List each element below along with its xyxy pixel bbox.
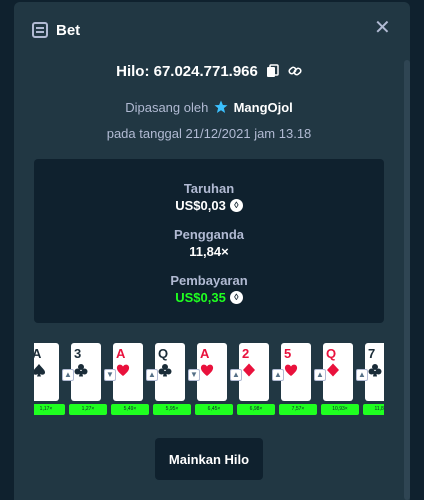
card-multiplier: 11,84×: [363, 404, 384, 415]
copy-icon[interactable]: [266, 64, 280, 78]
playing-card: A: [113, 343, 143, 401]
multiplier-stat: Pengganda 11,84×: [34, 227, 384, 259]
payout-value-row: US$0,35 ◊: [34, 290, 384, 305]
guess-higher-icon: ▲: [230, 369, 242, 381]
bet-stats-panel: Taruhan US$0,03 ◊ Pengganda 11,84× Pemba…: [34, 159, 384, 323]
playing-card: 2: [239, 343, 269, 401]
playing-card: Q: [155, 343, 185, 401]
playing-card: A: [197, 343, 227, 401]
diamond-suit-icon: [327, 363, 339, 377]
placed-by-row: Dipasang oleh MangOjol: [14, 100, 404, 115]
club-suit-icon: [74, 364, 88, 377]
card-multiplier: 1,27×: [69, 404, 107, 415]
card-history[interactable]: A 1,17× 3 ▲ 1,27× A ▼ 5,49× Q ▲ 5,95× A ▼ 6,45× 2 ▲ 6,98…: [34, 343, 384, 417]
card-multiplier: 1,17×: [34, 404, 65, 415]
username-link[interactable]: MangOjol: [234, 100, 293, 115]
guess-lower-icon: ▼: [104, 369, 116, 381]
play-hilo-button[interactable]: Mainkan Hilo: [155, 438, 263, 480]
heart-suit-icon: [284, 364, 298, 376]
close-icon[interactable]: ✕: [374, 18, 391, 38]
wager-label: Taruhan: [183, 181, 235, 196]
card-rank: 2: [242, 346, 250, 361]
card-multiplier: 10,93×: [321, 404, 359, 415]
link-icon[interactable]: [288, 64, 302, 78]
playing-card: Q: [323, 343, 353, 401]
scrollbar[interactable]: [404, 60, 410, 500]
club-suit-icon: [368, 364, 382, 377]
wager-stat: Taruhan US$0,03 ◊: [34, 181, 384, 213]
wager-value: US$0,03: [175, 198, 226, 213]
bet-icon: [32, 22, 48, 38]
spade-suit-icon: [34, 364, 45, 377]
guess-higher-icon: ▲: [356, 369, 368, 381]
card-rank: A: [200, 346, 210, 361]
multiplier-value-row: 11,84×: [34, 244, 384, 259]
card-rank: Q: [158, 346, 169, 361]
card-multiplier: 6,98×: [237, 404, 275, 415]
card-multiplier: 6,45×: [195, 404, 233, 415]
crypto-coin-icon: ◊: [229, 199, 243, 212]
wager-value-row: US$0,03 ◊: [34, 198, 384, 213]
club-suit-icon: [158, 364, 172, 377]
playing-card: A: [34, 343, 59, 401]
bet-modal: Bet ✕ Hilo: 67.024.771.966 Dipasang oleh…: [14, 2, 410, 500]
modal-header: Bet ✕: [14, 2, 410, 58]
card-rank: A: [34, 346, 42, 361]
payout-label: Pembayaran: [170, 273, 248, 288]
heart-suit-icon: [116, 364, 130, 376]
game-id-row: Hilo: 67.024.771.966: [14, 60, 404, 82]
guess-higher-icon: ▲: [272, 369, 284, 381]
guess-higher-icon: ▲: [314, 369, 326, 381]
heart-suit-icon: [200, 364, 214, 376]
card-rank: 7: [368, 346, 376, 361]
bet-date: pada tanggal 21/12/2021 jam 13.18: [106, 126, 312, 141]
multiplier-label: Pengganda: [173, 227, 245, 242]
card-rank: 3: [74, 346, 82, 361]
card-rank: 5: [284, 346, 292, 361]
payout-stat: Pembayaran US$0,35 ◊: [34, 273, 384, 305]
payout-value: US$0,35: [175, 290, 226, 305]
diamond-suit-icon: [243, 363, 255, 377]
guess-lower-icon: ▼: [188, 369, 200, 381]
card-rank: Q: [326, 346, 337, 361]
card-multiplier: 5,95×: [153, 404, 191, 415]
playing-card: 3: [71, 343, 101, 401]
playing-card: 5: [281, 343, 311, 401]
guess-higher-icon: ▲: [62, 369, 74, 381]
multiplier-value: 11,84×: [189, 244, 229, 259]
crypto-coin-icon: ◊: [229, 291, 243, 304]
card-multiplier: 5,49×: [111, 404, 149, 415]
card-multiplier: 7,57×: [279, 404, 317, 415]
star-icon: [214, 100, 228, 113]
game-id: Hilo: 67.024.771.966: [116, 62, 258, 80]
modal-title: Bet: [56, 21, 81, 39]
guess-higher-icon: ▲: [146, 369, 158, 381]
card-rank: A: [116, 346, 126, 361]
placed-by-label: Dipasang oleh: [125, 100, 209, 115]
